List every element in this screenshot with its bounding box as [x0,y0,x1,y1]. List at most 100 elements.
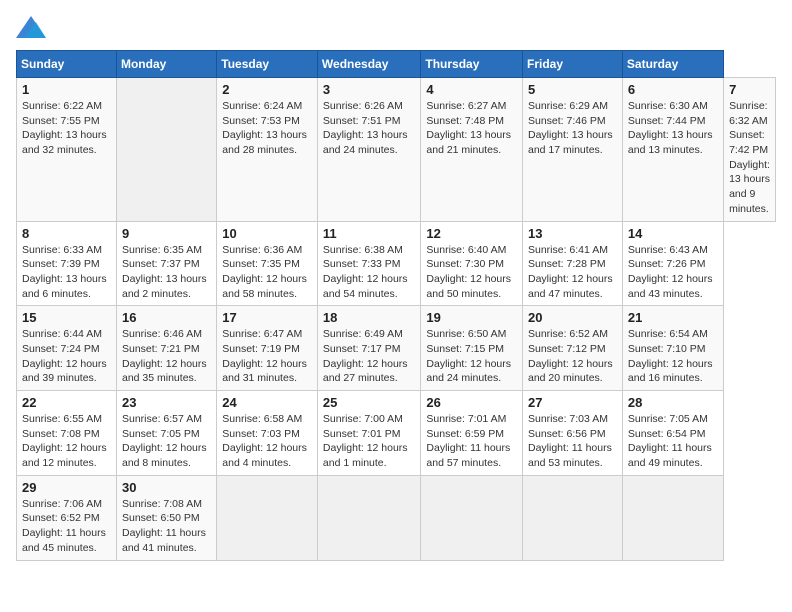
calendar-cell: 7 Sunrise: 6:32 AMSunset: 7:42 PMDaylight… [724,78,776,222]
day-number: 1 [22,82,111,97]
calendar-cell: 12 Sunrise: 6:40 AMSunset: 7:30 PMDayligh… [421,221,523,306]
week-row: 15Sunrise: 6:44 AMSunset: 7:24 PMDayligh… [17,306,776,391]
day-info: Sunrise: 6:46 AMSunset: 7:21 PMDaylight:… [122,328,207,384]
calendar-cell: 26 Sunrise: 7:01 AMSunset: 6:59 PMDayligh… [421,391,523,476]
day-number: 4 [426,82,517,97]
day-info: Sunrise: 6:22 AMSunset: 7:55 PMDaylight:… [22,100,107,156]
header-monday: Monday [116,51,216,78]
calendar-cell: 3 Sunrise: 6:26 AMSunset: 7:51 PMDaylight… [317,78,420,222]
week-row: 22 Sunrise: 6:55 AMSunset: 7:08 PMDayligh… [17,391,776,476]
day-number: 24 [222,395,312,410]
logo-icon [16,16,46,38]
day-info: Sunrise: 6:35 AMSunset: 7:37 PMDaylight:… [122,244,207,300]
header-row: SundayMondayTuesdayWednesdayThursdayFrid… [17,51,776,78]
day-info: Sunrise: 6:32 AMSunset: 7:42 PMDaylight:… [729,100,770,215]
calendar-cell: 19 Sunrise: 6:50 AMSunset: 7:15 PMDayligh… [421,306,523,391]
calendar-cell [522,475,622,560]
day-info: Sunrise: 6:58 AMSunset: 7:03 PMDaylight:… [222,413,307,469]
day-info: Sunrise: 6:38 AMSunset: 7:33 PMDaylight:… [323,244,408,300]
header-thursday: Thursday [421,51,523,78]
day-number: 26 [426,395,517,410]
day-number: 12 [426,226,517,241]
day-info: Sunrise: 6:49 AMSunset: 7:17 PMDaylight:… [323,328,408,384]
day-info: Sunrise: 7:03 AMSunset: 6:56 PMDaylight:… [528,413,612,469]
day-number: 23 [122,395,211,410]
week-row: 29Sunrise: 7:06 AMSunset: 6:52 PMDayligh… [17,475,776,560]
calendar-cell: 2 Sunrise: 6:24 AMSunset: 7:53 PMDaylight… [217,78,318,222]
calendar-table: SundayMondayTuesdayWednesdayThursdayFrid… [16,50,776,561]
day-info: Sunrise: 7:01 AMSunset: 6:59 PMDaylight:… [426,413,510,469]
calendar-cell: 15Sunrise: 6:44 AMSunset: 7:24 PMDayligh… [17,306,117,391]
day-number: 20 [528,310,617,325]
day-info: Sunrise: 6:44 AMSunset: 7:24 PMDaylight:… [22,328,107,384]
day-number: 18 [323,310,415,325]
day-info: Sunrise: 6:52 AMSunset: 7:12 PMDaylight:… [528,328,613,384]
logo [16,16,50,38]
calendar-cell: 10 Sunrise: 6:36 AMSunset: 7:35 PMDayligh… [217,221,318,306]
header-sunday: Sunday [17,51,117,78]
day-number: 7 [729,82,770,97]
day-number: 28 [628,395,718,410]
day-info: Sunrise: 6:27 AMSunset: 7:48 PMDaylight:… [426,100,511,156]
day-number: 9 [122,226,211,241]
day-info: Sunrise: 6:47 AMSunset: 7:19 PMDaylight:… [222,328,307,384]
calendar-cell: 13Sunrise: 6:41 AMSunset: 7:28 PMDayligh… [522,221,622,306]
day-info: Sunrise: 7:05 AMSunset: 6:54 PMDaylight:… [628,413,712,469]
calendar-cell: 22 Sunrise: 6:55 AMSunset: 7:08 PMDayligh… [17,391,117,476]
week-row: 1 Sunrise: 6:22 AMSunset: 7:55 PMDaylight… [17,78,776,222]
calendar-cell: 25 Sunrise: 7:00 AMSunset: 7:01 PMDayligh… [317,391,420,476]
day-info: Sunrise: 6:55 AMSunset: 7:08 PMDaylight:… [22,413,107,469]
day-number: 25 [323,395,415,410]
day-number: 10 [222,226,312,241]
day-info: Sunrise: 6:40 AMSunset: 7:30 PMDaylight:… [426,244,511,300]
calendar-cell [116,78,216,222]
calendar-cell: 4 Sunrise: 6:27 AMSunset: 7:48 PMDaylight… [421,78,523,222]
calendar-cell: 17 Sunrise: 6:47 AMSunset: 7:19 PMDayligh… [217,306,318,391]
calendar-cell [622,475,723,560]
calendar-cell: 30Sunrise: 7:08 AMSunset: 6:50 PMDayligh… [116,475,216,560]
calendar-cell: 9 Sunrise: 6:35 AMSunset: 7:37 PMDaylight… [116,221,216,306]
day-info: Sunrise: 6:26 AMSunset: 7:51 PMDaylight:… [323,100,408,156]
day-info: Sunrise: 6:30 AMSunset: 7:44 PMDaylight:… [628,100,713,156]
day-number: 22 [22,395,111,410]
day-number: 16 [122,310,211,325]
calendar-cell: 23 Sunrise: 6:57 AMSunset: 7:05 PMDayligh… [116,391,216,476]
day-number: 27 [528,395,617,410]
day-number: 6 [628,82,718,97]
day-number: 19 [426,310,517,325]
day-number: 8 [22,226,111,241]
header-saturday: Saturday [622,51,723,78]
day-info: Sunrise: 6:29 AMSunset: 7:46 PMDaylight:… [528,100,613,156]
day-number: 30 [122,480,211,495]
day-info: Sunrise: 7:00 AMSunset: 7:01 PMDaylight:… [323,413,408,469]
day-info: Sunrise: 6:33 AMSunset: 7:39 PMDaylight:… [22,244,107,300]
calendar-cell: 6 Sunrise: 6:30 AMSunset: 7:44 PMDaylight… [622,78,723,222]
header-friday: Friday [522,51,622,78]
calendar-cell: 1 Sunrise: 6:22 AMSunset: 7:55 PMDaylight… [17,78,117,222]
day-number: 17 [222,310,312,325]
calendar-cell: 21 Sunrise: 6:54 AMSunset: 7:10 PMDayligh… [622,306,723,391]
day-number: 13 [528,226,617,241]
calendar-cell [317,475,420,560]
day-number: 2 [222,82,312,97]
calendar-cell: 14 Sunrise: 6:43 AMSunset: 7:26 PMDayligh… [622,221,723,306]
day-info: Sunrise: 6:43 AMSunset: 7:26 PMDaylight:… [628,244,713,300]
calendar-cell [217,475,318,560]
day-number: 14 [628,226,718,241]
header-tuesday: Tuesday [217,51,318,78]
day-info: Sunrise: 6:36 AMSunset: 7:35 PMDaylight:… [222,244,307,300]
day-info: Sunrise: 6:54 AMSunset: 7:10 PMDaylight:… [628,328,713,384]
day-number: 21 [628,310,718,325]
calendar-cell [421,475,523,560]
calendar-cell: 29Sunrise: 7:06 AMSunset: 6:52 PMDayligh… [17,475,117,560]
day-info: Sunrise: 6:24 AMSunset: 7:53 PMDaylight:… [222,100,307,156]
day-info: Sunrise: 6:57 AMSunset: 7:05 PMDaylight:… [122,413,207,469]
calendar-cell: 20 Sunrise: 6:52 AMSunset: 7:12 PMDayligh… [522,306,622,391]
calendar-cell: 28 Sunrise: 7:05 AMSunset: 6:54 PMDayligh… [622,391,723,476]
day-number: 5 [528,82,617,97]
day-info: Sunrise: 6:50 AMSunset: 7:15 PMDaylight:… [426,328,511,384]
calendar-cell: 27 Sunrise: 7:03 AMSunset: 6:56 PMDayligh… [522,391,622,476]
day-number: 3 [323,82,415,97]
calendar-cell: 16 Sunrise: 6:46 AMSunset: 7:21 PMDayligh… [116,306,216,391]
header-wednesday: Wednesday [317,51,420,78]
